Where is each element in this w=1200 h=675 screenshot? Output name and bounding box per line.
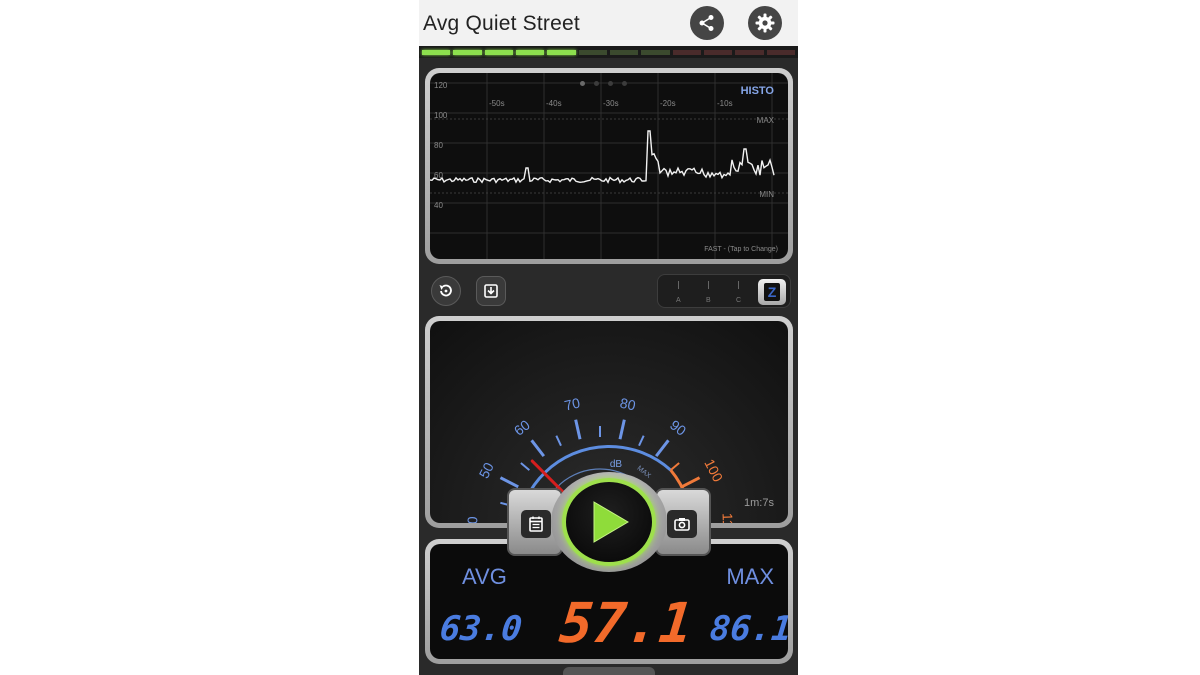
level-segment: [484, 50, 513, 55]
play-icon: [593, 501, 629, 543]
gauge-scale-label: 90: [667, 417, 689, 439]
export-icon: [484, 284, 498, 298]
x-tick-label: -20s: [660, 99, 676, 108]
y-tick-label: 100: [434, 111, 448, 120]
gauge-scale-label: 50: [476, 460, 497, 481]
level-segment: [672, 50, 701, 55]
level-segment: [422, 50, 451, 55]
page-dot[interactable]: [608, 81, 613, 86]
weighting-selected-label: Z: [763, 283, 781, 301]
histogram-min-label: MIN: [759, 190, 774, 199]
export-button[interactable]: [476, 276, 506, 306]
phone-screen: Avg Quiet Street HISTO MAX MIN 120 100 8…: [419, 0, 798, 675]
page-dot[interactable]: [580, 81, 585, 86]
level-segment: [609, 50, 639, 55]
weighting-slider-handle[interactable]: Z: [758, 279, 786, 305]
level-segment: [703, 50, 733, 55]
gauge-tick: [530, 439, 546, 458]
y-tick-label: 80: [434, 141, 443, 150]
gauge-tick: [618, 419, 626, 440]
weighting-option-a[interactable]: A: [676, 297, 681, 304]
camera-icon: [674, 518, 690, 531]
gauge-tick: [670, 462, 680, 471]
gauge-scale-label: 80: [618, 395, 637, 414]
max-value: 86.1: [707, 609, 788, 649]
gauge-scale-label: 60: [511, 416, 533, 438]
current-db-value: 57.1: [556, 591, 696, 655]
play-button-ring: [551, 472, 667, 572]
y-tick-label: 120: [434, 81, 448, 90]
max-label: MAX: [726, 564, 774, 589]
level-segment: [735, 50, 764, 55]
gear-icon: [755, 13, 775, 33]
weighting-tick: [678, 281, 679, 289]
gauge-tick: [574, 419, 582, 440]
y-tick-label: 60: [434, 171, 443, 180]
level-segment: [547, 50, 576, 55]
histogram-mode-label[interactable]: HISTO: [741, 85, 774, 97]
gauge-tick: [520, 462, 530, 471]
gauge-tick: [638, 435, 645, 447]
settings-button[interactable]: [748, 6, 782, 40]
avg-label: AVG: [462, 564, 507, 589]
bottom-drawer-handle[interactable]: [563, 667, 655, 675]
log-button[interactable]: [521, 510, 551, 538]
gauge-unit: dB: [610, 459, 623, 470]
x-tick-label: -50s: [489, 99, 505, 108]
histogram-panel[interactable]: HISTO MAX MIN 120 100 80 60 40 -50s -40s…: [425, 68, 793, 264]
x-tick-label: -30s: [603, 99, 619, 108]
frequency-weighting-selector[interactable]: A B C Z: [657, 274, 791, 308]
elapsed-time: 1m:7s: [744, 497, 774, 509]
share-icon: [699, 15, 714, 31]
gauge-tick: [654, 439, 670, 458]
gauge-scale-label: 110: [719, 513, 736, 523]
weighting-tick: [708, 281, 709, 289]
level-segment: [641, 50, 670, 55]
weighting-tick: [738, 281, 739, 289]
gauge-scale-label: 40: [464, 516, 481, 523]
x-tick-label: -40s: [546, 99, 562, 108]
page-dot[interactable]: [594, 81, 599, 86]
title-bar: Avg Quiet Street: [419, 0, 798, 46]
histogram-max-label: MAX: [756, 116, 774, 125]
histogram-trace: [430, 130, 775, 184]
share-button[interactable]: [690, 6, 724, 40]
reset-button[interactable]: [431, 276, 461, 306]
gauge-tick: [555, 435, 562, 447]
reset-icon: [439, 284, 452, 297]
page-indicator: [580, 81, 627, 86]
page-dot[interactable]: [622, 81, 627, 86]
level-segment: [515, 50, 545, 55]
play-button[interactable]: [562, 478, 656, 566]
level-segment: [766, 50, 795, 55]
y-tick-label: 40: [434, 201, 443, 210]
avg-value: 63.0: [437, 609, 524, 649]
speed-mode-hint[interactable]: FAST - (Tap to Change): [704, 246, 778, 253]
camera-button[interactable]: [667, 510, 697, 538]
x-tick-label: -10s: [717, 99, 733, 108]
gauge-scale-label: 70: [563, 395, 582, 414]
play-control-cluster: [507, 472, 711, 572]
page-title: Avg Quiet Street: [423, 12, 580, 35]
level-meter: [419, 46, 798, 58]
control-row: A B C Z: [419, 268, 798, 312]
level-segment: [453, 50, 482, 55]
log-icon: [529, 516, 543, 532]
weighting-option-c[interactable]: C: [736, 297, 741, 304]
weighting-option-b[interactable]: B: [706, 297, 711, 304]
level-segment: [578, 50, 607, 55]
